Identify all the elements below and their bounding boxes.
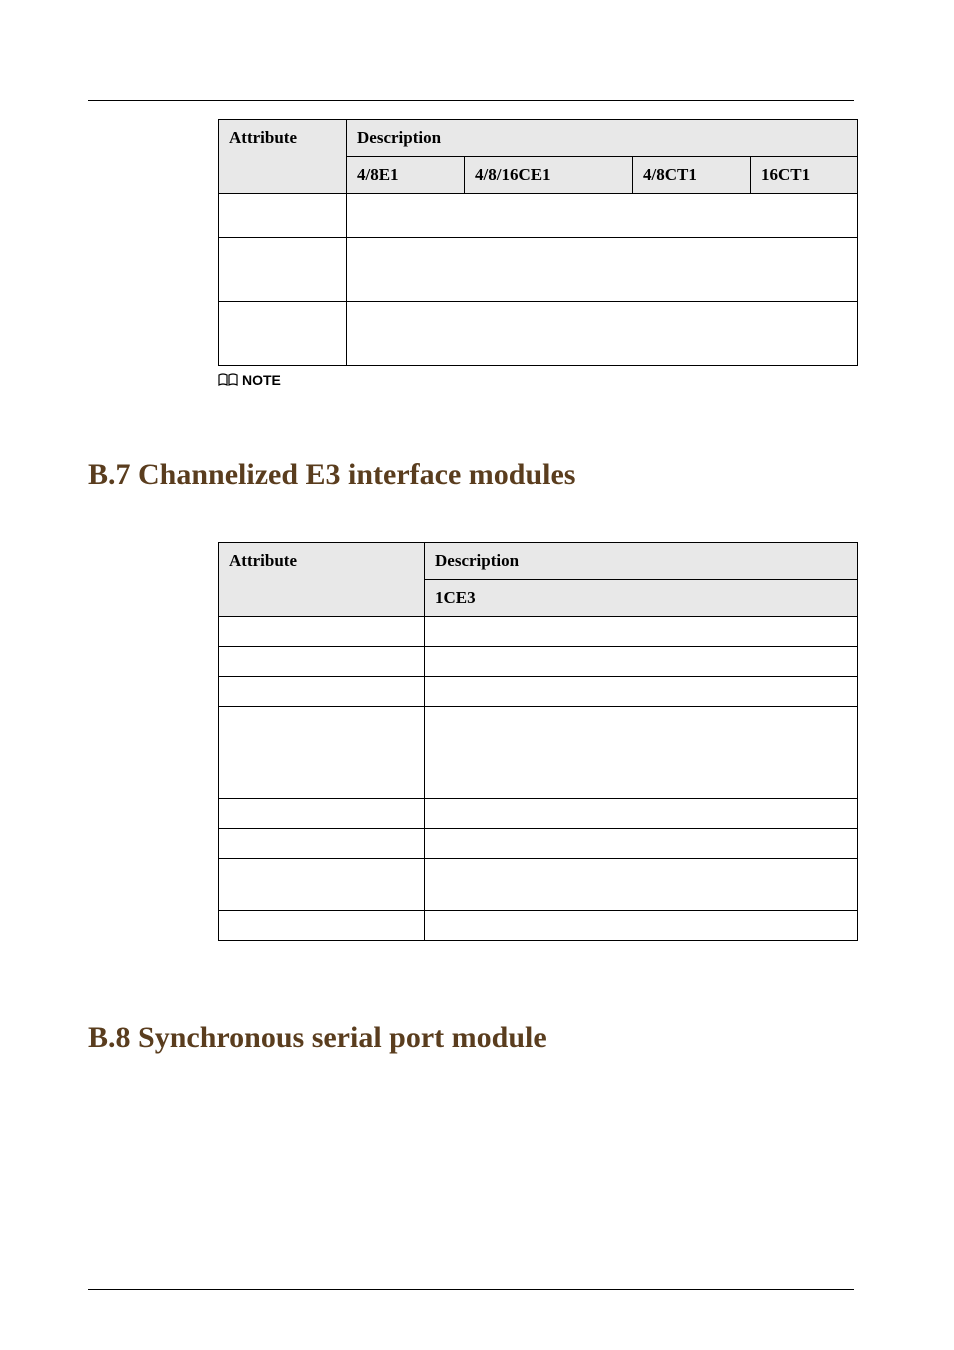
table-row (219, 238, 858, 302)
table-row (219, 707, 858, 799)
t1-sub-c1: 4/8E1 (347, 157, 465, 194)
t1-header-attribute: Attribute (219, 120, 347, 194)
top-horizontal-rule (88, 100, 854, 101)
table-attributes-2: Attribute Description 1CE3 (218, 542, 858, 941)
table-row (219, 829, 858, 859)
table-attributes-1: Attribute Description 4/8E1 4/8/16CE1 4/… (218, 119, 858, 366)
table-row (219, 194, 858, 238)
note-callout: NOTE (218, 372, 854, 388)
t1-header-description: Description (347, 120, 858, 157)
t2-header-attribute: Attribute (219, 543, 425, 617)
note-label: NOTE (242, 372, 281, 388)
t2-header-description: Description (425, 543, 858, 580)
t2-sub-c1: 1CE3 (425, 580, 858, 617)
book-icon (218, 373, 238, 387)
section-heading-b7: B.7 Channelized E3 interface modules (88, 458, 854, 492)
table-row (219, 617, 858, 647)
table-row (219, 647, 858, 677)
table-row (219, 799, 858, 829)
t1-sub-c4: 16CT1 (751, 157, 858, 194)
section-heading-b8: B.8 Synchronous serial port module (88, 1021, 854, 1055)
table-row (219, 859, 858, 911)
table-row (219, 302, 858, 366)
table-row (219, 911, 858, 941)
table-row (219, 677, 858, 707)
t1-sub-c2: 4/8/16CE1 (465, 157, 633, 194)
t1-sub-c3: 4/8CT1 (633, 157, 751, 194)
bottom-horizontal-rule (88, 1289, 854, 1290)
